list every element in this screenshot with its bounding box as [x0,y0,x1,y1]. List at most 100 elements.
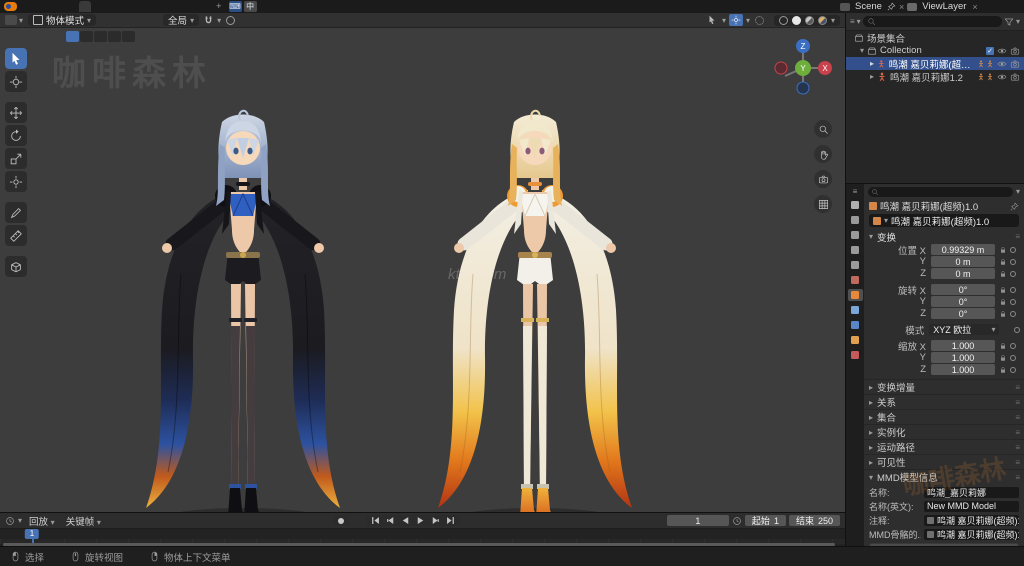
hide-eye-icon[interactable] [997,46,1007,56]
current-frame-field[interactable]: 1 [666,515,729,526]
transform-value-field[interactable]: 0 m ▾ [931,256,995,267]
pin-icon[interactable] [887,2,896,11]
expand-icon[interactable]: ▾ [860,46,864,55]
workspace-tab[interactable] [199,1,211,12]
transform-value-field[interactable]: 0° ▾ [931,308,995,319]
workspace-tab[interactable] [127,1,139,12]
tool-move[interactable] [5,102,27,123]
editor-type-chevron[interactable]: ▾ [18,516,22,525]
character-model-right[interactable] [424,74,646,512]
mmd-name-input[interactable]: 鸣潮_嘉贝莉娜 [924,486,1019,498]
workspace-tab[interactable] [139,1,151,12]
nav-magnifier[interactable] [814,120,832,138]
snap-magnet-icon[interactable] [201,14,215,26]
shading-wireframe-icon[interactable] [778,15,788,25]
shading-solid-icon[interactable] [791,15,801,25]
pin-icon[interactable] [1010,202,1019,211]
tool-scale[interactable] [5,148,27,169]
xray-toggle-icon[interactable] [753,14,767,26]
playback-jump-last[interactable] [443,515,458,526]
nav-grid[interactable] [814,195,832,213]
workspace-tab[interactable] [187,1,199,12]
outliner-row-model-2[interactable]: ▸ 鸣潮 嘉贝莉娜1.2 [846,70,1024,84]
tool-transform[interactable] [5,171,27,192]
gizmo-options-chevron[interactable]: ▾ [722,16,726,25]
workspace-tab[interactable] [115,1,127,12]
animate-dot[interactable] [1010,310,1016,317]
lock-icon[interactable] [997,310,1009,318]
blender-logo-icon[interactable] [4,2,17,11]
mmd-convert-ik-button[interactable]: 转换MMD IK循环因数(Factor) [869,543,1019,546]
hide-eye-icon[interactable] [997,72,1007,82]
select-mode-icon[interactable] [80,31,93,42]
properties-tab-texture[interactable] [848,349,863,361]
properties-tab-tool[interactable] [848,199,863,211]
properties-search-input[interactable] [868,186,1013,197]
transform-value-field[interactable]: XYZ 欧拉 ▾ [929,324,1000,335]
select-mode-icon[interactable] [122,31,135,42]
animate-dot[interactable] [1010,342,1016,349]
frame-start-field[interactable]: 起始 1 [744,515,786,526]
outliner-row-scene-collection[interactable]: 场景集合 [846,31,1024,45]
playback-prev-key[interactable] [383,515,398,526]
mmd-panel-header[interactable]: ▾ MMD模型信息 ≡ [864,469,1024,484]
preview-range-icon[interactable] [732,516,742,526]
hide-eye-icon[interactable] [997,59,1007,69]
transform-value-field[interactable]: 0° ▾ [931,296,995,307]
properties-tab-constraints[interactable] [848,304,863,316]
panel-collapsed[interactable]: ▸ 可见性 ≡ [864,454,1024,469]
outliner-row-model-1[interactable]: ▸ 鸣潮 嘉贝莉娜(超频)1.0 [846,57,1024,71]
transform-value-field[interactable]: 1.000 ▾ [931,340,995,351]
chevron-down-icon[interactable]: ▾ [857,17,861,26]
auto-keying-button[interactable] [333,515,350,526]
panel-collapsed[interactable]: ▸ 关系 ≡ [864,394,1024,409]
outliner-row-collection[interactable]: ▾ Collection ✓ [846,44,1024,57]
add-workspace-button[interactable]: + [211,1,227,12]
workspace-tab[interactable] [103,1,115,12]
transform-value-field[interactable]: 0° ▾ [931,284,995,295]
outliner-search-input[interactable] [862,16,1002,27]
tool-addcube[interactable] [5,256,27,277]
mmd-name-en-input[interactable]: New MMD Model [924,500,1019,512]
current-frame-badge[interactable]: 1 [24,529,40,539]
properties-tab-view-layer[interactable] [848,244,863,256]
lock-icon[interactable] [997,342,1009,350]
tool-select[interactable] [5,48,27,69]
properties-tab-render[interactable] [848,214,863,226]
tool-measure[interactable] [5,225,27,246]
options-chevron[interactable]: ▾ [1016,187,1020,196]
render-camera-icon[interactable] [1010,59,1020,69]
timeline-ruler[interactable]: 1 [0,529,845,547]
lock-icon[interactable] [997,246,1009,254]
filter-chevron[interactable]: ▾ [1016,17,1020,26]
select-mode-icon[interactable] [108,31,121,42]
mmd-rig-field[interactable]: 鸣潮 嘉贝莉娜(超频)1.0 × [924,528,1019,540]
workspace-tab[interactable] [79,1,91,12]
playback-jump-first[interactable] [368,515,383,526]
timeline-editor-icon[interactable] [5,516,15,526]
scene-selector[interactable]: Scene [852,1,885,12]
expand-icon[interactable]: ▸ [870,59,874,68]
shading-rendered-icon[interactable] [817,15,827,25]
overlays-options-chevron[interactable]: ▾ [746,16,750,25]
lock-icon[interactable] [997,354,1009,362]
playback-play-rev[interactable] [398,515,413,526]
transform-value-field[interactable]: 1.000 ▾ [931,352,995,363]
timeline-menu-item[interactable]: 回放 ▾ [25,514,59,528]
shading-options-chevron[interactable]: ▾ [831,16,835,25]
properties-tab-physics[interactable] [848,319,863,331]
playback-play[interactable] [413,515,428,526]
properties-tab-output[interactable] [848,229,863,241]
workspace-tab[interactable] [151,1,163,12]
tool-cursor[interactable] [5,71,27,92]
mmd-comment-field[interactable]: 鸣潮 嘉贝莉娜(超频)1.0 × [924,514,1019,526]
navigation-gizmo[interactable]: Z X Y [771,36,835,100]
animate-dot[interactable] [1010,298,1016,305]
panel-collapsed[interactable]: ▸ 运动路径 ≡ [864,439,1024,454]
lock-icon[interactable] [997,366,1009,374]
animate-dot[interactable] [1010,366,1016,373]
nav-hand[interactable] [814,145,832,163]
timeline-menu-item[interactable]: 关键帧 ▾ [62,514,105,528]
frame-end-field[interactable]: 结束 250 [788,515,840,526]
tool-annotate[interactable] [5,202,27,223]
